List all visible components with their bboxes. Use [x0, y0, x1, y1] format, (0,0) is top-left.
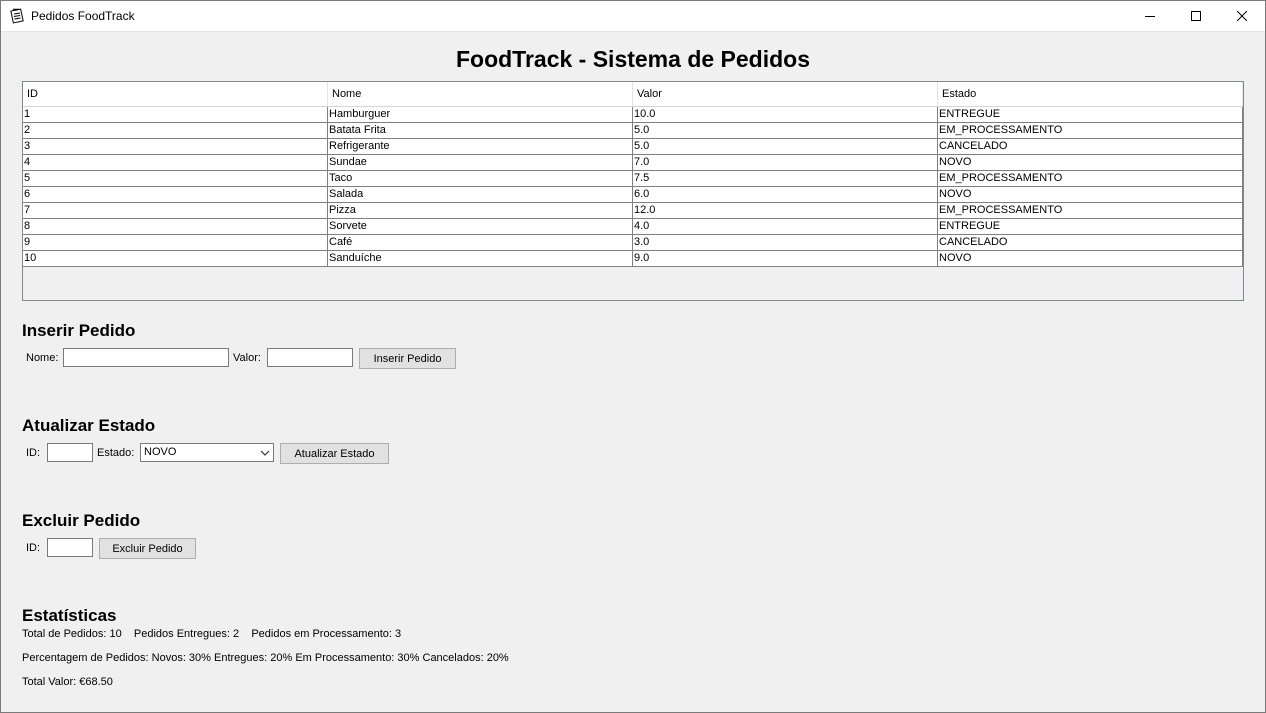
cell-nome: Café	[328, 235, 633, 250]
minimize-button[interactable]	[1127, 1, 1173, 31]
maximize-button[interactable]	[1173, 1, 1219, 31]
update-section-title: Atualizar Estado	[22, 416, 156, 435]
column-header-estado[interactable]: Estado	[938, 82, 1243, 106]
cell-nome: Salada	[328, 187, 633, 202]
cell-nome: Pizza	[328, 203, 633, 218]
cell-valor: 9.0	[633, 251, 938, 266]
cell-estado: NOVO	[938, 187, 1243, 202]
orders-table[interactable]: ID Nome Valor Estado 1 Hamburguer 10.0 E…	[22, 81, 1244, 301]
cell-estado: CANCELADO	[938, 235, 1243, 250]
cell-estado: EM_PROCESSAMENTO	[938, 203, 1243, 218]
window-title: Pedidos FoodTrack	[31, 9, 135, 23]
delete-id-label: ID:	[26, 542, 41, 554]
nome-label: Nome:	[26, 352, 59, 364]
cell-valor: 10.0	[633, 107, 938, 122]
stats-total-value: Total Valor: €68.50	[22, 676, 113, 688]
cell-valor: 7.0	[633, 155, 938, 170]
column-header-nome[interactable]: Nome	[328, 82, 633, 106]
cell-estado: EM_PROCESSAMENTO	[938, 171, 1243, 186]
table-row[interactable]: 4 Sundae 7.0 NOVO	[23, 155, 1243, 171]
cell-valor: 6.0	[633, 187, 938, 202]
column-header-id[interactable]: ID	[23, 82, 328, 106]
cell-nome: Refrigerante	[328, 139, 633, 154]
delete-section-title: Excluir Pedido	[22, 511, 141, 530]
cell-estado: ENTREGUE	[938, 219, 1243, 234]
maximize-icon	[1191, 11, 1201, 21]
cell-id: 3	[23, 139, 328, 154]
estado-select[interactable]: NOVO	[140, 443, 274, 462]
cell-id: 1	[23, 107, 328, 122]
cell-valor: 5.0	[633, 139, 938, 154]
cell-id: 8	[23, 219, 328, 234]
update-id-label: ID:	[26, 447, 41, 459]
insert-order-button[interactable]: Inserir Pedido	[359, 348, 456, 369]
cell-estado: EM_PROCESSAMENTO	[938, 123, 1243, 138]
delete-id-input[interactable]	[47, 538, 93, 557]
delete-order-button[interactable]: Excluir Pedido	[99, 538, 196, 559]
close-icon	[1237, 11, 1247, 21]
cell-nome: Sundae	[328, 155, 633, 170]
table-row[interactable]: 6 Salada 6.0 NOVO	[23, 187, 1243, 203]
cell-nome: Hamburguer	[328, 107, 633, 122]
cell-id: 4	[23, 155, 328, 170]
cell-estado: CANCELADO	[938, 139, 1243, 154]
stats-percentages: Percentagem de Pedidos: Novos: 30% Entre…	[22, 652, 509, 664]
chevron-down-icon	[260, 448, 270, 461]
cell-id: 5	[23, 171, 328, 186]
cell-estado: NOVO	[938, 155, 1243, 170]
column-header-valor[interactable]: Valor	[633, 82, 938, 106]
table-row[interactable]: 8 Sorvete 4.0 ENTREGUE	[23, 219, 1243, 235]
cell-nome: Sorvete	[328, 219, 633, 234]
table-row[interactable]: 2 Batata Frita 5.0 EM_PROCESSAMENTO	[23, 123, 1243, 139]
valor-input[interactable]	[267, 348, 353, 367]
insert-section-title: Inserir Pedido	[22, 321, 136, 340]
minimize-icon	[1145, 16, 1155, 17]
close-button[interactable]	[1219, 1, 1265, 31]
cell-id: 2	[23, 123, 328, 138]
estado-label: Estado:	[97, 447, 135, 459]
valor-label: Valor:	[233, 352, 261, 364]
table-body: 1 Hamburguer 10.0 ENTREGUE 2 Batata Frit…	[23, 107, 1243, 267]
cell-nome: Sanduíche	[328, 251, 633, 266]
stats-section-title: Estatísticas	[22, 606, 117, 625]
estado-selected-value: NOVO	[144, 446, 177, 458]
cell-valor: 12.0	[633, 203, 938, 218]
update-state-button[interactable]: Atualizar Estado	[280, 443, 389, 464]
cell-id: 9	[23, 235, 328, 250]
cell-valor: 3.0	[633, 235, 938, 250]
table-row[interactable]: 5 Taco 7.5 EM_PROCESSAMENTO	[23, 171, 1243, 187]
table-row[interactable]: 10 Sanduíche 9.0 NOVO	[23, 251, 1243, 267]
cell-id: 6	[23, 187, 328, 202]
nome-input[interactable]	[63, 348, 229, 367]
table-header: ID Nome Valor Estado	[23, 82, 1243, 107]
title-bar[interactable]: Pedidos FoodTrack	[1, 1, 1265, 32]
notepad-icon	[9, 8, 25, 24]
app-window: Pedidos FoodTrack FoodTrack - Sistema de…	[0, 0, 1266, 713]
update-id-input[interactable]	[47, 443, 93, 462]
page-title: FoodTrack - Sistema de Pedidos	[455, 46, 811, 72]
cell-nome: Taco	[328, 171, 633, 186]
cell-valor: 5.0	[633, 123, 938, 138]
cell-estado: ENTREGUE	[938, 107, 1243, 122]
cell-valor: 7.5	[633, 171, 938, 186]
stats-counts: Total de Pedidos: 10 Pedidos Entregues: …	[22, 628, 402, 640]
table-row[interactable]: 3 Refrigerante 5.0 CANCELADO	[23, 139, 1243, 155]
cell-estado: NOVO	[938, 251, 1243, 266]
cell-valor: 4.0	[633, 219, 938, 234]
cell-nome: Batata Frita	[328, 123, 633, 138]
table-row[interactable]: 9 Café 3.0 CANCELADO	[23, 235, 1243, 251]
table-row[interactable]: 1 Hamburguer 10.0 ENTREGUE	[23, 107, 1243, 123]
table-row[interactable]: 7 Pizza 12.0 EM_PROCESSAMENTO	[23, 203, 1243, 219]
cell-id: 7	[23, 203, 328, 218]
cell-id: 10	[23, 251, 328, 266]
